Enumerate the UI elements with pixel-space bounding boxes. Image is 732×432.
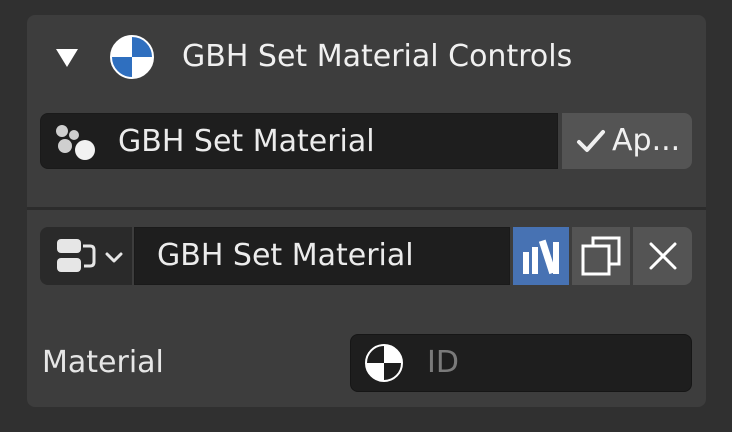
material-sphere-icon — [110, 35, 154, 79]
close-icon — [649, 242, 677, 270]
material-id-field[interactable]: ID — [350, 334, 692, 392]
triangle-down-icon[interactable] — [56, 49, 78, 67]
duplicate-button[interactable] — [572, 227, 630, 285]
node-tree-browse-icon — [57, 239, 96, 272]
panel-title: GBH Set Material Controls — [182, 39, 573, 74]
duplicate-icon — [581, 236, 621, 276]
chevron-down-icon — [105, 252, 123, 263]
panel-header[interactable]: GBH Set Material Controls — [27, 15, 706, 101]
material-label: Material — [42, 345, 164, 380]
material-id-placeholder: ID — [427, 345, 459, 380]
material-sphere-icon — [365, 344, 403, 382]
checkmark-icon — [577, 130, 605, 152]
apply-button[interactable]: Ap... — [562, 113, 692, 169]
apply-label: Ap... — [612, 123, 681, 158]
section-divider — [27, 207, 706, 210]
properties-panel: GBH Set Material Controls GBH Set Materi… — [27, 15, 706, 407]
node-group-label: GBH Set Material — [118, 124, 375, 159]
node-group-icon — [56, 125, 95, 160]
node-group-field[interactable]: GBH Set Material — [40, 113, 558, 169]
datablock-name-field[interactable]: GBH Set Material — [134, 227, 510, 285]
node-selector-row: GBH Set Material Ap... — [40, 113, 692, 169]
browse-node-tree-button[interactable] — [40, 227, 132, 285]
datablock-name: GBH Set Material — [157, 238, 414, 273]
fake-user-button[interactable] — [513, 227, 569, 285]
datablock-row: GBH Set Material — [40, 227, 692, 285]
unlink-button[interactable] — [633, 227, 692, 285]
fake-user-icon — [523, 239, 559, 275]
